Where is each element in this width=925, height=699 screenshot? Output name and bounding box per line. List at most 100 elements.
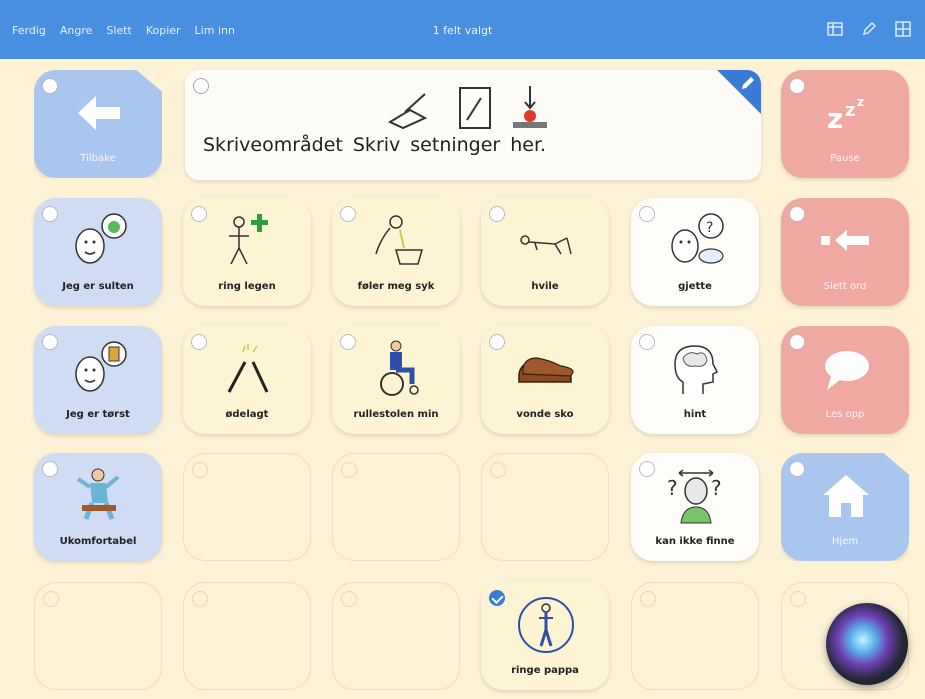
word-4: her. — [510, 134, 547, 156]
select-radio[interactable] — [490, 462, 506, 478]
rest-icon — [520, 235, 572, 255]
paste-button[interactable]: Lim inn — [195, 24, 235, 37]
select-radio[interactable] — [489, 206, 505, 222]
cell-label: Pause — [830, 153, 860, 164]
select-radio[interactable] — [341, 591, 357, 607]
call-dad-icon — [518, 597, 574, 653]
uncomfortable-person-icon — [76, 468, 120, 520]
select-radio[interactable] — [42, 206, 58, 222]
select-radio[interactable] — [340, 334, 356, 350]
select-radio[interactable] — [789, 461, 805, 477]
cell-label: Jeg er sulten — [62, 281, 134, 292]
cell-hint[interactable]: hint — [631, 326, 759, 434]
cell-jeg-er-sulten[interactable]: Jeg er sulten — [34, 198, 162, 306]
cell-label: hvile — [531, 281, 559, 292]
broken-icon — [227, 344, 269, 393]
cell-ukomfortabel[interactable]: Ukomfortabel — [34, 453, 162, 561]
empty-cell[interactable] — [631, 582, 759, 690]
cell-label: hint — [683, 409, 707, 420]
word-3: setninger — [410, 134, 501, 156]
select-radio[interactable] — [43, 591, 59, 607]
cell-tilbake[interactable]: Tilbake — [34, 70, 162, 178]
select-radio[interactable] — [789, 78, 805, 94]
cell-ring-legen[interactable]: ring legen — [183, 198, 311, 306]
select-radio[interactable] — [789, 334, 805, 350]
cell-pause[interactable]: zzz Pause — [781, 70, 909, 178]
cell-ringe-pappa[interactable]: ringe pappa — [481, 582, 609, 690]
cell-odelagt[interactable]: ødelagt — [183, 326, 311, 434]
top-toolbar: Ferdig Angre Slett Kopier Lim inn 1 felt… — [0, 0, 925, 59]
svg-text:?: ? — [706, 220, 713, 236]
empty-cell[interactable] — [481, 453, 609, 561]
hungry-face-icon — [75, 213, 127, 264]
writing-area[interactable]: Skriveområdet Skriv setninger her. — [185, 70, 761, 180]
back-arrow-icon — [78, 96, 120, 130]
cell-jeg-er-torst[interactable]: Jeg er tørst — [34, 326, 162, 434]
thirsty-face-icon — [75, 341, 127, 392]
select-radio[interactable] — [489, 334, 505, 350]
empty-cell[interactable] — [183, 582, 311, 690]
word-2: Skriv — [352, 134, 401, 156]
cell-label: Jeg er tørst — [66, 409, 130, 420]
cell-label: ring legen — [218, 281, 276, 292]
empty-cell[interactable] — [34, 582, 162, 690]
cell-label: ødelagt — [225, 409, 269, 420]
cell-vonde-sko[interactable]: vonde sko — [481, 326, 609, 434]
delete-word-icon — [821, 230, 869, 251]
empty-cell[interactable] — [332, 453, 460, 561]
cell-les-opp[interactable]: Les opp — [781, 326, 909, 434]
toolbar-actions: Ferdig Angre Slett Kopier Lim inn — [12, 24, 235, 37]
select-radio[interactable] — [42, 334, 58, 350]
select-radio[interactable] — [192, 462, 208, 478]
undo-button[interactable]: Angre — [60, 24, 93, 37]
pencil-icon[interactable] — [861, 21, 877, 37]
cell-slett-ord[interactable]: Slett ord — [781, 198, 909, 306]
select-radio[interactable] — [42, 78, 58, 94]
done-button[interactable]: Ferdig — [12, 24, 46, 37]
pencil-icon[interactable] — [739, 74, 757, 92]
grid-table-icon[interactable] — [827, 21, 843, 37]
sleep-zzz-icon: zzz — [827, 95, 864, 135]
select-radio[interactable] — [341, 462, 357, 478]
guess-thinking-icon: ? — [671, 213, 724, 264]
select-radio[interactable] — [340, 206, 356, 222]
wheelchair-icon — [380, 340, 419, 396]
grid-icon[interactable] — [895, 21, 911, 37]
cell-label: Ukomfortabel — [59, 536, 137, 547]
select-radio[interactable] — [193, 78, 209, 94]
select-radio[interactable] — [640, 591, 656, 607]
select-radio[interactable] — [192, 591, 208, 607]
cell-hjem[interactable]: Hjem — [781, 453, 909, 561]
copy-button[interactable]: Kopier — [146, 24, 181, 37]
cell-kan-ikke-finne[interactable]: ?? kan ikke finne — [631, 453, 759, 561]
head-brain-icon — [674, 345, 719, 394]
select-radio[interactable] — [639, 334, 655, 350]
svg-text:?: ? — [667, 476, 678, 500]
cell-label: Hjem — [831, 536, 859, 547]
select-radio[interactable] — [639, 461, 655, 477]
svg-text:z: z — [857, 95, 864, 109]
cell-label: gjette — [678, 281, 712, 292]
cell-label: Les opp — [825, 409, 865, 420]
select-radio[interactable] — [191, 334, 207, 350]
select-radio[interactable] — [790, 591, 806, 607]
cell-hvile[interactable]: hvile — [481, 198, 609, 306]
siri-orb-icon[interactable] — [826, 603, 908, 685]
select-radio[interactable] — [191, 206, 207, 222]
empty-cell[interactable] — [183, 453, 311, 561]
feel-sick-icon — [375, 215, 423, 265]
selected-checkmark-icon[interactable] — [489, 590, 505, 606]
home-icon — [823, 475, 869, 517]
cell-label: vonde sko — [516, 409, 574, 420]
cell-label: Slett ord — [823, 281, 867, 292]
writing-symbols-icon — [387, 86, 547, 130]
cell-gjette[interactable]: ? gjette — [631, 198, 759, 306]
cannot-find-icon: ?? — [667, 469, 722, 524]
select-radio[interactable] — [639, 206, 655, 222]
select-radio[interactable] — [42, 461, 58, 477]
cell-foler-meg-syk[interactable]: føler meg syk — [332, 198, 460, 306]
cell-rullestolen-min[interactable]: rullestolen min — [332, 326, 460, 434]
select-radio[interactable] — [789, 206, 805, 222]
delete-button[interactable]: Slett — [106, 24, 131, 37]
empty-cell[interactable] — [332, 582, 460, 690]
